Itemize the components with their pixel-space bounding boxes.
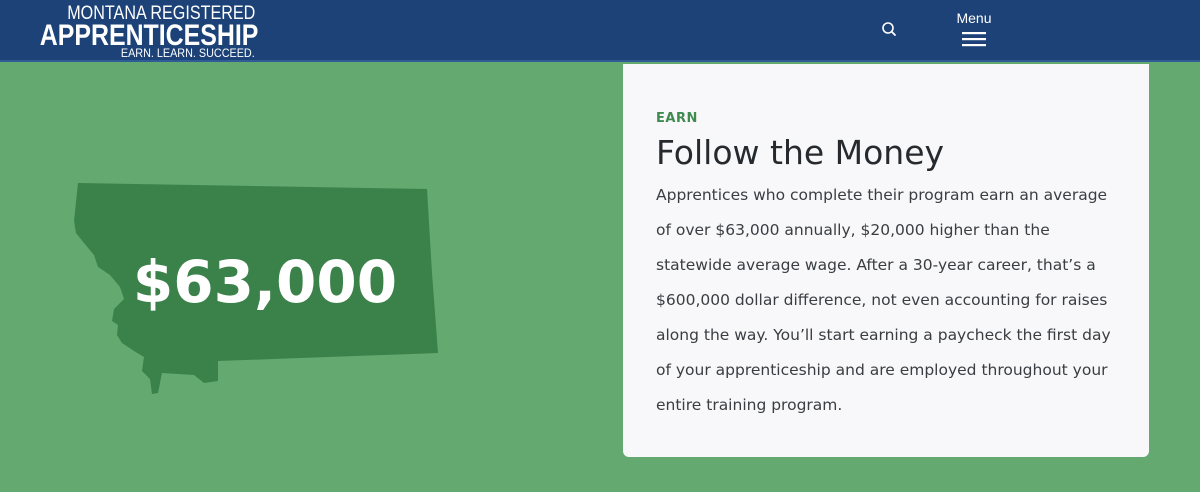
earnings-stat: $63,000 xyxy=(132,248,398,316)
card-title: Follow the Money xyxy=(656,133,945,172)
site-header: MONTANA REGISTERED APPRENTICESHIP EARN. … xyxy=(0,0,1200,62)
hamburger-icon xyxy=(962,32,986,47)
info-card: EARN Follow the Money Apprentices who co… xyxy=(623,64,1149,457)
menu-button[interactable]: Menu xyxy=(948,10,1000,52)
logo-tagline: EARN. LEARN. SUCCEED. xyxy=(121,46,255,60)
search-icon xyxy=(882,22,896,36)
menu-label: Menu xyxy=(956,10,992,26)
card-eyebrow: EARN xyxy=(656,111,698,126)
search-button[interactable] xyxy=(878,18,900,40)
site-logo[interactable]: MONTANA REGISTERED APPRENTICESHIP EARN. … xyxy=(39,4,258,60)
card-body: Apprentices who complete their program e… xyxy=(656,186,1111,414)
